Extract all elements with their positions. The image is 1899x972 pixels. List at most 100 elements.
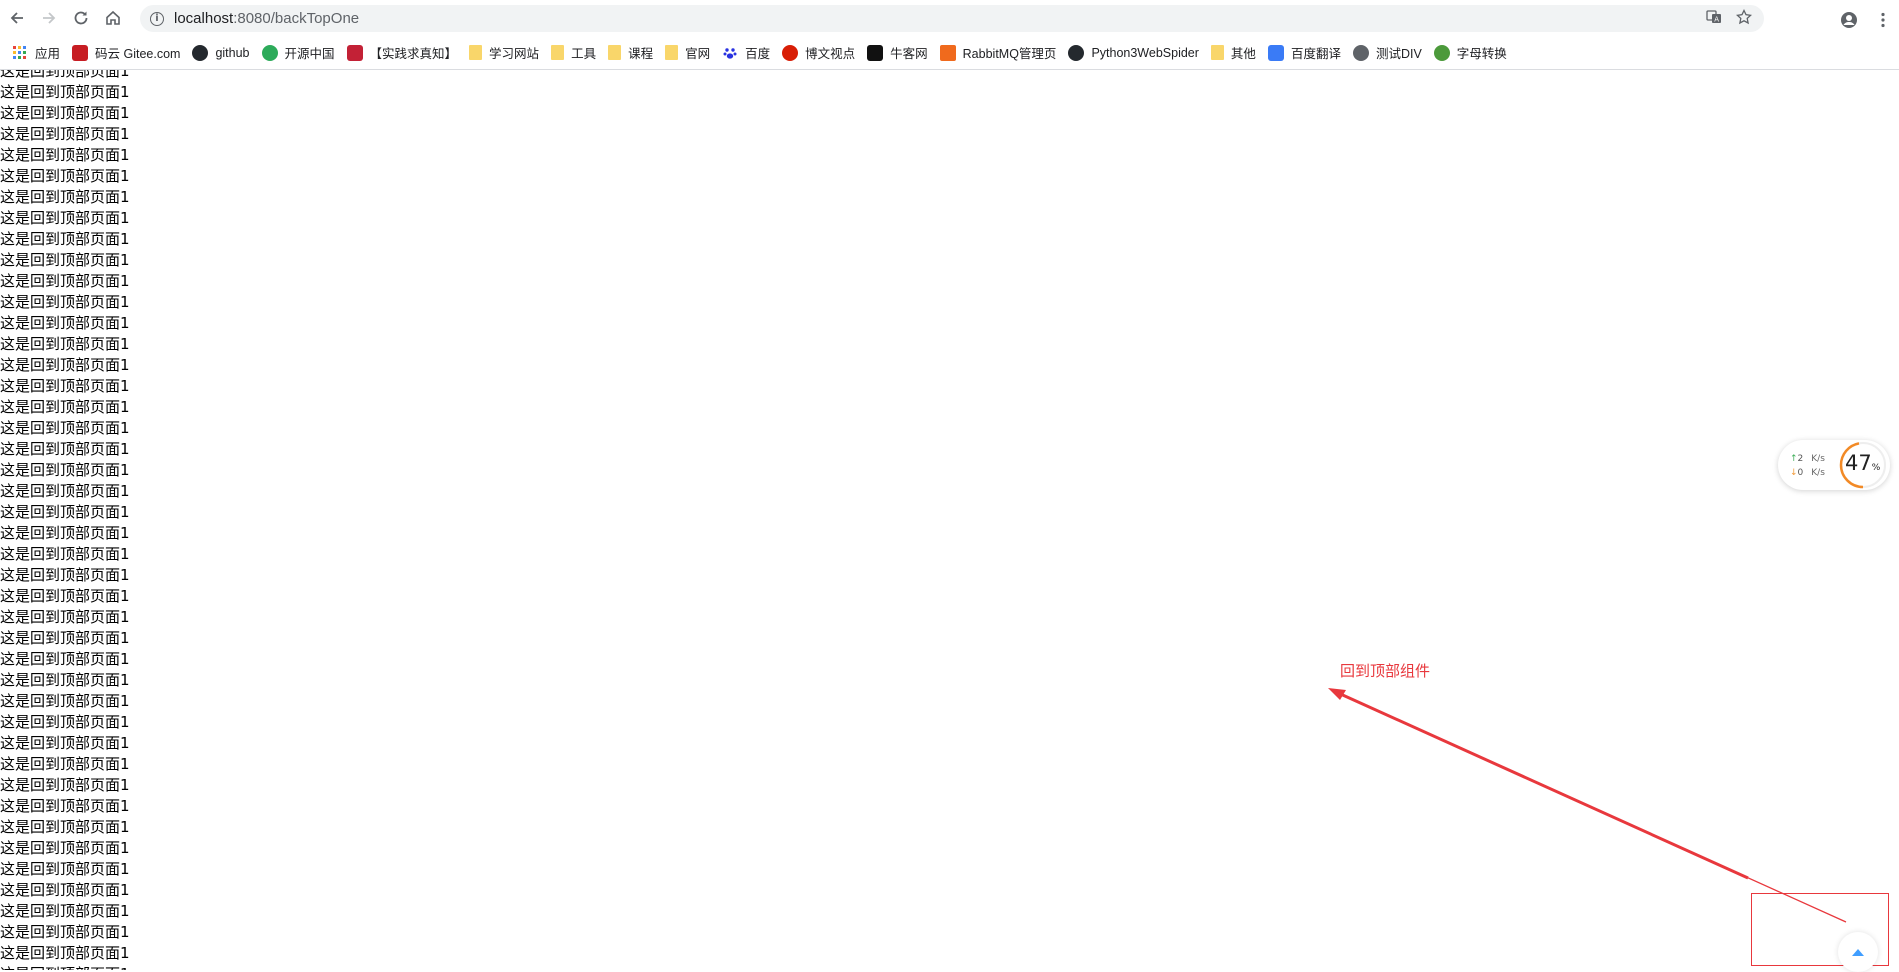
bookmark-item[interactable]: github — [192, 40, 250, 66]
home-icon — [106, 10, 120, 25]
upload-speed: ↑2 K/s — [1790, 452, 1825, 466]
content-line: 这是回到顶部页面1 — [0, 461, 130, 479]
annotation-label: 回到顶部组件 — [1340, 662, 1431, 680]
bookmark-item[interactable]: 开源中国 — [261, 40, 335, 66]
info-icon[interactable]: i — [150, 11, 164, 26]
bookmark-label: RabbitMQ管理页 — [962, 47, 1057, 61]
svg-text:A: A — [1714, 16, 1719, 24]
content-line: 这是回到顶部页面1 — [0, 503, 130, 521]
network-speed-widget[interactable]: ↑2 K/s ↓0 K/s 47% — [1778, 440, 1890, 490]
account-circle-icon — [1841, 12, 1857, 28]
content-line: 这是回到顶部页面1 — [0, 377, 130, 395]
content-line: 这是回到顶部页面1 — [0, 902, 130, 920]
download-speed: ↓0 K/s — [1790, 466, 1825, 480]
bookmark-item[interactable]: 字母转换 — [1433, 40, 1507, 66]
page-content: 这是回到顶部页面1 这是回到顶部页面1 这是回到顶部页面1 这是回到顶部页面1 这是回到… — [0, 70, 1899, 970]
content-line: 这是回到顶部页面1 — [0, 545, 130, 563]
content-line: 这是回到顶部页面1 — [0, 671, 130, 689]
translate-icon[interactable]: A — [1706, 9, 1722, 29]
caret-up-icon — [1852, 948, 1864, 956]
bookmark-item[interactable]: 码云 Gitee.com — [72, 40, 180, 66]
menu-button[interactable] — [1867, 5, 1899, 35]
apps-grid-icon — [12, 45, 28, 61]
content-line: 这是回到顶部页面1 — [0, 440, 130, 458]
bookmark-item[interactable]: 测试DIV — [1352, 40, 1422, 66]
content-line: 这是回到顶部页面1 — [0, 70, 130, 80]
reload-icon — [74, 11, 88, 25]
bookmark-label: 字母转换 — [1456, 47, 1507, 61]
content-line: 这是回到顶部页面1 — [0, 125, 130, 143]
bookmark-item[interactable]: 百度翻译 — [1267, 40, 1341, 66]
content-lines: 这是回到顶部页面1 这是回到顶部页面1 这是回到顶部页面1 这是回到顶部页面1 这是回到… — [0, 70, 130, 970]
bookmark-label: 课程 — [628, 47, 654, 61]
content-line: 这是回到顶部页面1 — [0, 964, 130, 970]
url-path: :8080/backTopOne — [233, 10, 360, 27]
bookmark-item[interactable]: 应用 — [12, 40, 60, 66]
rabbitmq-icon — [939, 44, 956, 61]
back-button[interactable] — [2, 3, 32, 33]
content-line: 这是回到顶部页面1 — [0, 797, 130, 815]
content-line: 这是回到顶部页面1 — [0, 83, 130, 101]
bookmark-label: 百度 — [745, 47, 771, 61]
home-button[interactable] — [98, 3, 128, 33]
download-unit: K/s — [1811, 468, 1825, 478]
content-line: 这是回到顶部页面1 — [0, 713, 130, 731]
content-line: 这是回到顶部页面1 — [0, 188, 130, 206]
gauge-percent-value: 47 — [1845, 451, 1872, 475]
memory-gauge: 47% — [1838, 440, 1890, 490]
url-text[interactable]: localhost:8080/backTopOne — [174, 10, 774, 27]
bookmark-item[interactable]: 课程 — [608, 40, 653, 66]
back-to-top-button[interactable] — [1838, 932, 1878, 972]
nowcoder-icon — [867, 44, 884, 61]
content-line: 这是回到顶部页面1 — [0, 650, 130, 668]
content-line: 这是回到顶部页面1 — [0, 482, 130, 500]
content-line: 这是回到顶部页面1 — [0, 923, 130, 941]
profile-button[interactable] — [1833, 5, 1865, 35]
content-line: 这是回到顶部页面1 — [0, 146, 130, 164]
bookmark-item[interactable]: 牛客网 — [867, 40, 928, 66]
bookmark-item[interactable]: 其他 — [1210, 40, 1256, 66]
content-line: 这是回到顶部页面1 — [0, 587, 130, 605]
content-line: 这是回到顶部页面1 — [0, 692, 130, 710]
content-line: 这是回到顶部页面1 — [0, 839, 130, 857]
content-line: 这是回到顶部页面1 — [0, 104, 130, 122]
bookmark-star-icon[interactable] — [1735, 8, 1753, 29]
content-line: 这是回到顶部页面1 — [0, 251, 130, 269]
bookmark-label: 官网 — [685, 47, 711, 61]
bookmark-item[interactable]: 【实践求真知】 — [346, 40, 457, 66]
folder-icon — [551, 45, 565, 60]
content-line: 这是回到顶部页面1 — [0, 419, 130, 437]
folder-icon — [665, 45, 679, 60]
bookmark-item[interactable]: RabbitMQ管理页 — [939, 40, 1057, 66]
csdn-icon — [346, 44, 363, 61]
github-icon — [192, 44, 209, 61]
bookmark-item[interactable]: 百度 — [722, 40, 770, 66]
url-host: localhost — [174, 10, 234, 27]
content-line: 这是回到顶部页面1 — [0, 734, 130, 752]
content-line: 这是回到顶部页面1 — [0, 272, 130, 290]
forward-button[interactable] — [34, 3, 64, 33]
bookmark-item[interactable]: 博文视点 — [782, 40, 855, 66]
bookmark-label: 应用 — [35, 47, 61, 61]
bookmark-item[interactable]: 官网 — [665, 40, 710, 66]
arrow-down-icon: ↓ — [1790, 468, 1798, 478]
frog-icon — [1433, 44, 1450, 61]
bookmark-item[interactable]: 学习网站 — [469, 40, 539, 66]
address-bar[interactable]: i localhost:8080/backTopOne A — [140, 5, 1764, 32]
arrow-up-icon: ↑ — [1790, 454, 1798, 464]
content-line: 这是回到顶部页面1 — [0, 881, 130, 899]
bookmark-item[interactable]: 工具 — [551, 40, 596, 66]
content-line: 这是回到顶部页面1 — [0, 230, 130, 248]
bookmarks-bar: 应用 码云 Gitee.com github 开源中国 【实践求真知】 学习网站 工具 课程 官… — [0, 36, 1899, 70]
gitee-icon — [72, 44, 89, 61]
folder-icon — [608, 45, 622, 60]
broadview-icon — [782, 44, 799, 61]
content-line: 这是回到顶部页面1 — [0, 776, 130, 794]
browser-toolbar: i localhost:8080/backTopOne A — [0, 0, 1899, 36]
oschina-icon — [261, 44, 278, 61]
content-line: 这是回到顶部页面1 — [0, 629, 130, 647]
arrow-right-icon — [43, 12, 56, 24]
reload-button[interactable] — [66, 3, 96, 33]
bookmark-item[interactable]: Python3WebSpider — [1068, 40, 1199, 66]
content-line: 这是回到顶部页面1 — [0, 944, 130, 962]
